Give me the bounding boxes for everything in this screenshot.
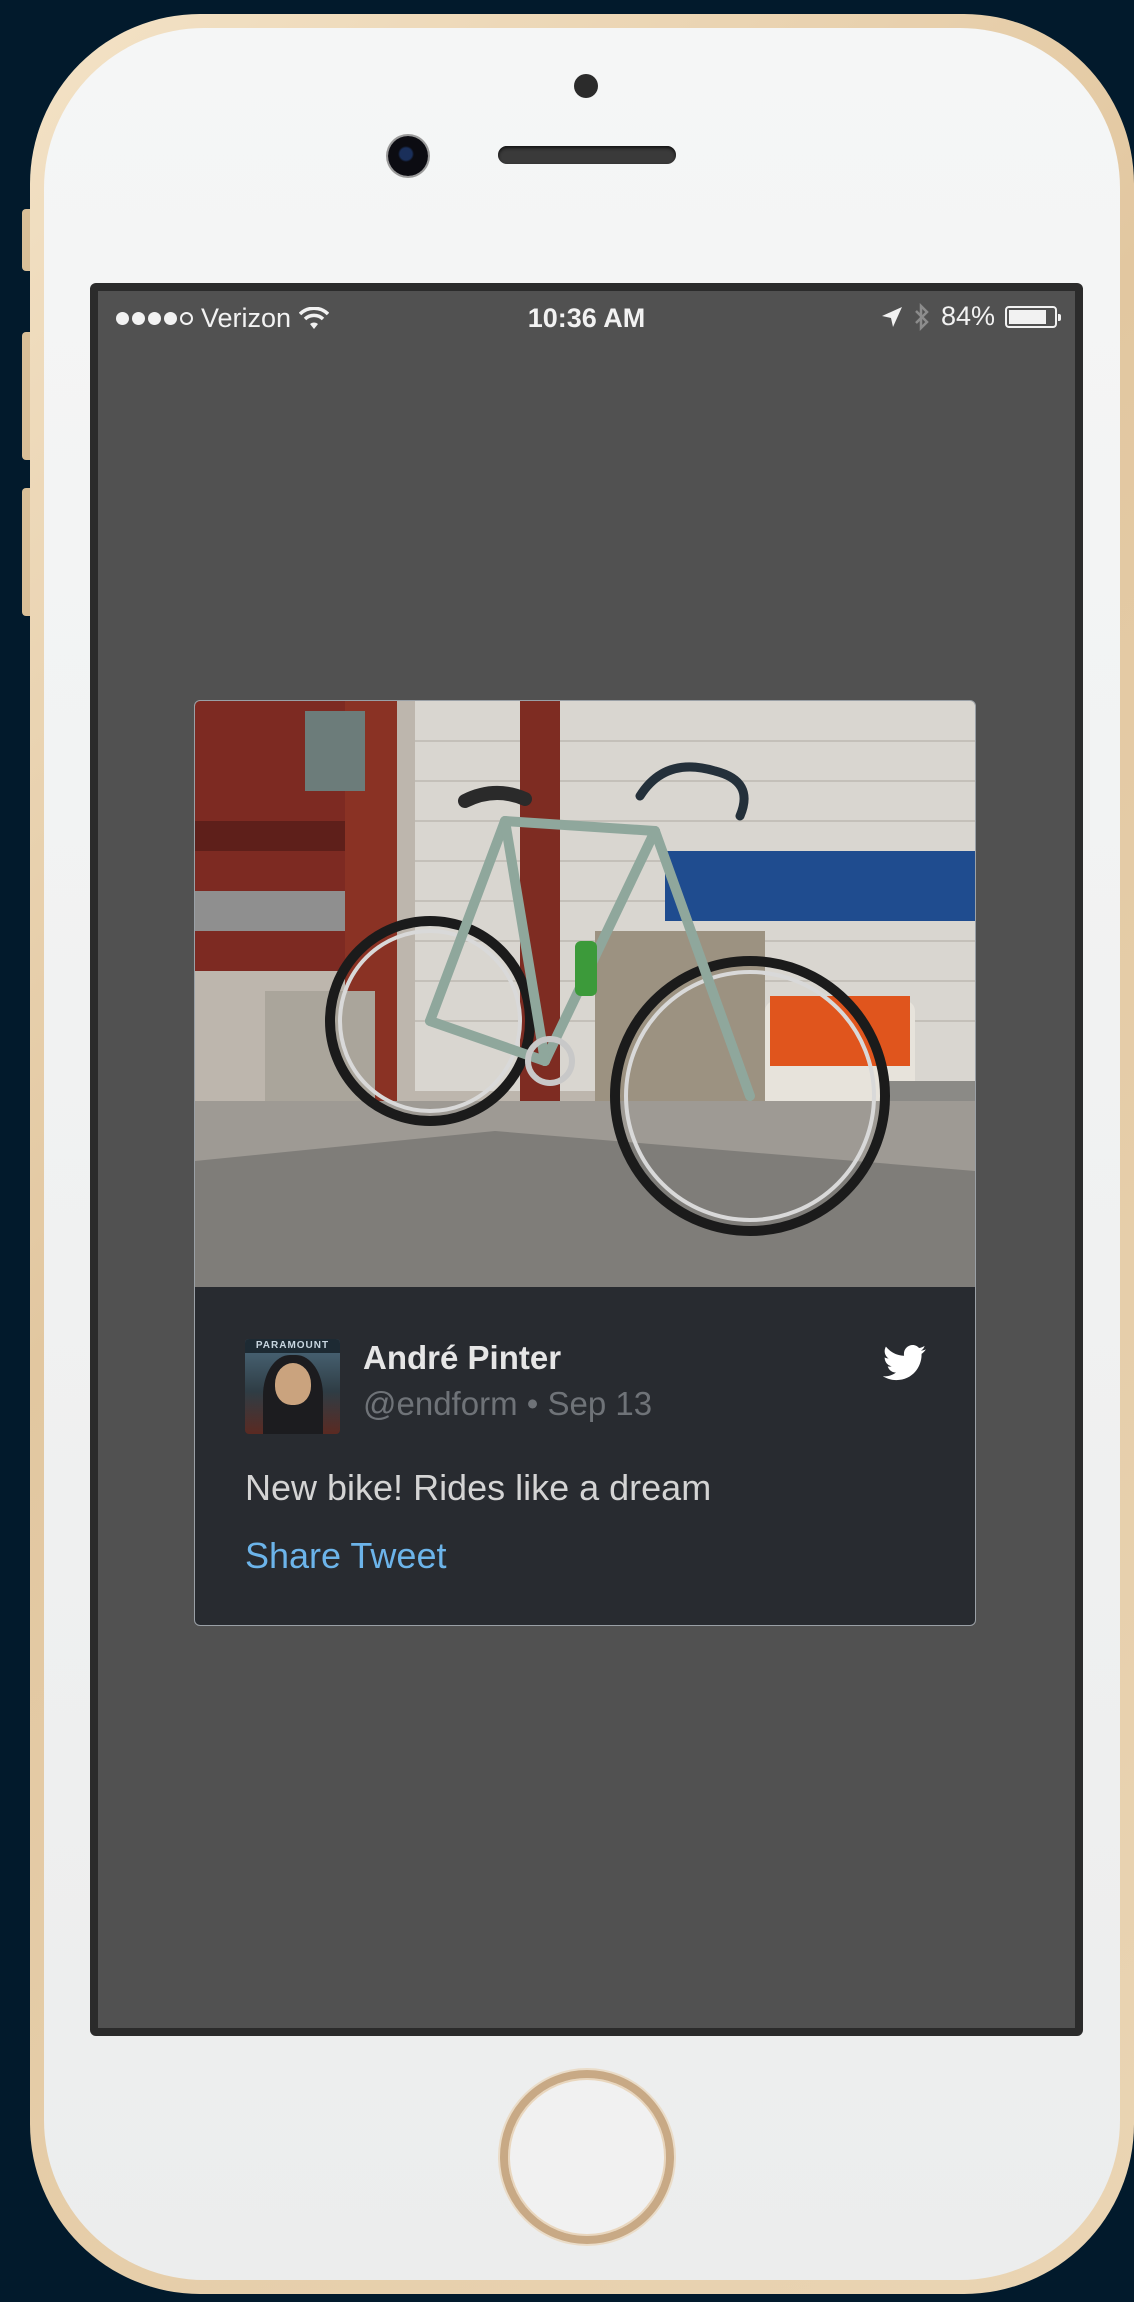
tweet-photo[interactable]	[195, 701, 975, 1287]
volume-up-button	[22, 332, 30, 460]
twitter-bird-icon[interactable]	[883, 1345, 927, 1381]
bike-photo-illustration	[195, 701, 975, 1287]
battery-icon	[1005, 305, 1061, 328]
proximity-sensor	[574, 74, 598, 98]
tweet-text: New bike! Rides like a dream	[245, 1467, 712, 1508]
status-right: 84%	[881, 301, 1061, 332]
phone-screen: Verizon 10:36 AM 84% PARAMOUNT André Pin…	[90, 283, 1083, 2036]
volume-down-button	[22, 488, 30, 616]
front-camera	[388, 136, 428, 176]
author-handle[interactable]: @endform	[363, 1385, 518, 1422]
avatar-banner-text: PARAMOUNT	[245, 1339, 340, 1353]
tweet-date[interactable]: Sep 13	[547, 1385, 652, 1422]
screen-content: Verizon 10:36 AM 84% PARAMOUNT André Pin…	[98, 291, 1075, 2028]
author-avatar[interactable]: PARAMOUNT	[245, 1339, 340, 1434]
location-arrow-icon	[881, 306, 902, 327]
home-button[interactable]	[500, 2070, 674, 2244]
earpiece-speaker	[498, 146, 676, 164]
author-name[interactable]: André Pinter	[363, 1339, 561, 1377]
bluetooth-icon	[915, 302, 929, 331]
mute-switch	[22, 209, 30, 271]
author-meta: @endform • Sep 13	[363, 1385, 652, 1423]
battery-percentage: 84%	[940, 301, 995, 331]
status-bar: Verizon 10:36 AM 84%	[98, 291, 1075, 345]
meta-separator: •	[517, 1385, 548, 1422]
tweet-body: PARAMOUNT André Pinter @endform • Sep 13…	[195, 1287, 975, 1625]
tweet-card[interactable]: PARAMOUNT André Pinter @endform • Sep 13…	[194, 700, 976, 1626]
share-tweet-link[interactable]: Share Tweet	[245, 1535, 446, 1577]
